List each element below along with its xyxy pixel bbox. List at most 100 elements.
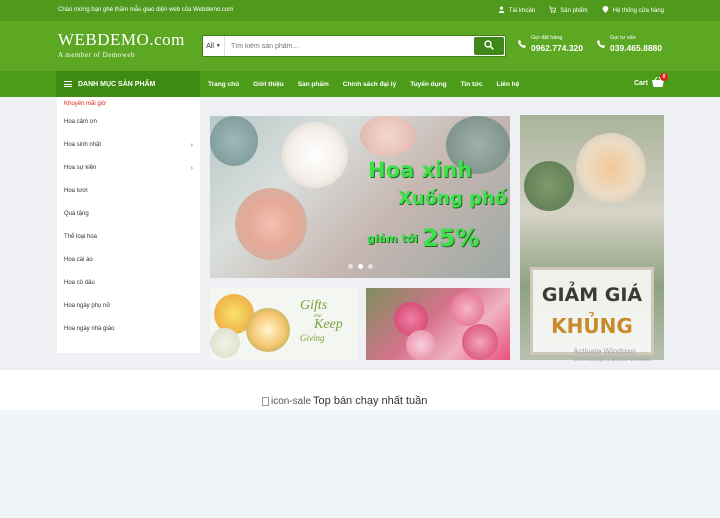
nav-item-agency-policy[interactable]: Chính sách đại lý xyxy=(343,81,396,88)
caret-down-icon: ▼ xyxy=(215,43,221,49)
gifts-word: Gifts xyxy=(300,298,328,313)
gifts-keep-word: Keep xyxy=(314,317,343,332)
cart-label: Cart xyxy=(633,80,648,87)
sidebar-item-teachers-day[interactable]: Hoa ngày nhà giáo xyxy=(57,318,200,341)
sidebar-item-label: Hoa ngày phụ nữ xyxy=(64,303,111,309)
sidebar-item-label: Quà tặng xyxy=(64,211,89,217)
hotline-advice[interactable]: Gọi tư vấn 039.465.8880 xyxy=(597,35,662,53)
phone-icon xyxy=(518,35,526,53)
sale-icon: icon-sale xyxy=(262,396,311,407)
search-icon xyxy=(484,37,494,55)
nav-item-news[interactable]: Tin tức xyxy=(461,81,483,88)
succulent-image xyxy=(210,116,258,166)
header: WEBDEMO.com A member of Demoweb All ▼ Gọ… xyxy=(0,21,720,71)
banner-headline-1: Hoa xinh xyxy=(368,158,473,182)
nav-item-recruitment[interactable]: Tuyển dụng xyxy=(410,81,446,88)
search-category-select[interactable]: All ▼ xyxy=(203,36,225,56)
windows-activation-watermark: Activate Windows Go to Settings to activ… xyxy=(573,347,652,363)
flower-image xyxy=(450,292,484,326)
roses-banner[interactable] xyxy=(366,288,510,360)
page: Chào mừng bạn ghé thăm mẫu giao diện web… xyxy=(0,0,720,518)
sidebar-item-label: Hoa sự kiện xyxy=(64,165,97,171)
slider-dot[interactable] xyxy=(348,264,353,269)
search-category-value: All xyxy=(206,42,214,50)
chevron-right-icon: › xyxy=(190,165,193,172)
flower-image xyxy=(282,122,348,188)
hotline-order-label: Gọi đặt hàng xyxy=(531,35,563,41)
sidebar-item-label: Hoa ngày nhà giáo xyxy=(64,326,115,332)
sidebar-item-womens-day[interactable]: Hoa ngày phụ nữ xyxy=(57,295,200,318)
logo[interactable]: WEBDEMO.com A member of Demoweb xyxy=(58,30,185,59)
sale-headline: GIẢM GIÁ xyxy=(541,284,643,306)
flower-image xyxy=(246,308,290,352)
flower-image xyxy=(406,330,436,360)
slider-dot[interactable] xyxy=(368,264,373,269)
welcome-text: Chào mừng bạn ghé thăm mẫu giao diện web… xyxy=(58,7,234,13)
logo-tagline: A member of Demoweb xyxy=(58,51,135,59)
sidebar-item-flower-types[interactable]: Thể loại hoa xyxy=(57,226,200,249)
banner-discount-label: giảm tới xyxy=(367,232,418,245)
page-bottom-area xyxy=(0,410,720,518)
flower-image xyxy=(210,328,240,358)
basket-icon: 0 xyxy=(652,73,668,90)
search-input[interactable] xyxy=(231,39,471,53)
nav-menu: Trang chủ Giới thiệu Sản phẩm Chính sách… xyxy=(208,71,533,97)
sale-banner-vertical[interactable]: GIẢM GIÁ KHỦNG xyxy=(520,115,664,360)
chevron-right-icon: › xyxy=(190,142,193,149)
gifts-banner[interactable]: Gifts that Keep Giving xyxy=(210,288,358,360)
sidebar-item-bridal[interactable]: Hoa cô dâu xyxy=(57,272,200,295)
stores-label: Hệ thống cửa hàng xyxy=(612,7,664,14)
hotline-order[interactable]: Gọi đặt hàng 0962.774.320 xyxy=(518,35,583,53)
sidebar-item-label: Hoa tươi xyxy=(64,188,88,194)
hamburger-icon xyxy=(64,81,72,87)
sidebar-item-label: Khuyến mãi giờ xyxy=(64,101,106,107)
stores-link[interactable]: Hệ thống cửa hàng xyxy=(602,6,664,15)
sidebar-item-label: Hoa cảm ơn xyxy=(64,119,97,125)
succulent-image xyxy=(524,161,574,211)
hotline-advice-number: 039.465.8880 xyxy=(610,43,662,53)
account-label: Tài khoản xyxy=(508,7,536,14)
nav-item-home[interactable]: Trang chủ xyxy=(208,81,239,88)
slider-dot-active[interactable] xyxy=(358,264,363,269)
cart-button[interactable]: Cart 0 xyxy=(633,73,668,90)
sidebar-item-promotion[interactable]: Khuyến mãi giờ xyxy=(57,98,200,111)
sidebar-item-label: Thể loại hoa xyxy=(64,234,98,240)
sidebar-item-fresh[interactable]: Hoa tươi xyxy=(57,180,200,203)
category-menu-button[interactable]: DANH MỤC SẢN PHẨM xyxy=(56,71,200,97)
sidebar-item-thanks[interactable]: Hoa cảm ơn xyxy=(57,111,200,134)
hotline-advice-label: Gọi tư vấn xyxy=(610,35,636,41)
banner-headline-2: Xuống phố xyxy=(398,188,508,209)
hotline-order-number: 0962.774.320 xyxy=(531,43,583,53)
watermark-title: Activate Windows xyxy=(573,347,637,356)
search-button[interactable] xyxy=(474,37,504,55)
sidebar-item-label: Hoa sinh nhật xyxy=(64,142,102,148)
nav-item-contact[interactable]: Liên hệ xyxy=(497,81,520,88)
gifts-giving-word: Giving xyxy=(300,333,325,343)
main-slider-banner[interactable]: Hoa xinh Xuống phố giảm tới 25% xyxy=(210,116,510,278)
phone-icon xyxy=(597,35,605,53)
logo-name: WEBDEMO.com xyxy=(58,30,185,49)
sidebar-item-gifts[interactable]: Quà tặng xyxy=(57,203,200,226)
top-links: Tài khoản Sản phẩm Hệ thống cửa hàng xyxy=(498,6,664,15)
content-area: Khuyến mãi giờ Hoa cảm ơn Hoa sinh nhật ›… xyxy=(0,97,720,370)
slider-dots xyxy=(348,264,373,269)
top-bar: Chào mừng bạn ghé thăm mẫu giao diện web… xyxy=(0,0,720,21)
nav-item-products[interactable]: Sản phẩm xyxy=(298,81,329,88)
map-pin-icon xyxy=(602,6,609,15)
sidebar-item-boutonniere[interactable]: Hoa cài áo xyxy=(57,249,200,272)
sidebar-item-birthday[interactable]: Hoa sinh nhật › xyxy=(57,134,200,157)
products-label: Sản phẩm xyxy=(560,7,588,14)
nav-item-about[interactable]: Giới thiệu xyxy=(253,81,284,88)
sidebar-item-event[interactable]: Hoa sự kiện › xyxy=(57,157,200,180)
cart-count-badge: 0 xyxy=(660,73,668,81)
banner-discount-value: 25% xyxy=(422,224,480,252)
account-link[interactable]: Tài khoản xyxy=(498,6,535,15)
section-heading: icon-sale Top bán chạy nhất tuần xyxy=(262,395,427,407)
sale-icon-alt: icon-sale xyxy=(271,395,312,407)
user-icon xyxy=(498,6,505,15)
watermark-subtitle: Go to Settings to activate Windows. xyxy=(573,357,652,363)
flower-image xyxy=(360,116,416,156)
products-link[interactable]: Sản phẩm xyxy=(549,6,588,15)
sidebar-item-label: Hoa cài áo xyxy=(64,257,93,263)
cart-icon xyxy=(549,6,557,15)
